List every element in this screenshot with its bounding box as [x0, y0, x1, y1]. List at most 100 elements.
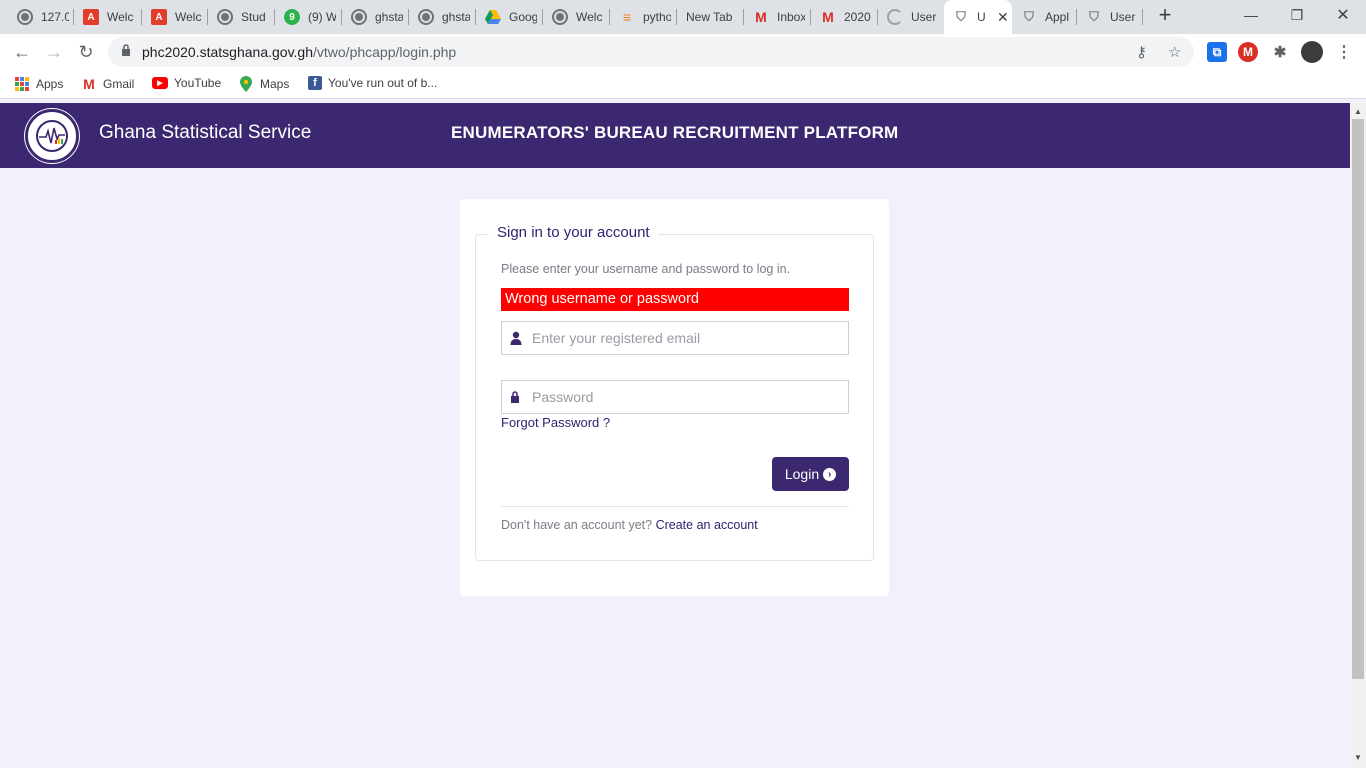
tab-label: (9) W	[308, 10, 336, 24]
browser-tab[interactable]: Goog	[476, 0, 543, 34]
browser-tab[interactable]: ghsta	[342, 0, 409, 34]
login-button[interactable]: Login ›	[772, 457, 849, 491]
bookmark-maps[interactable]: Maps	[238, 76, 289, 92]
browser-tab[interactable]: ghsta	[409, 0, 476, 34]
bookmark-label: Gmail	[103, 77, 135, 91]
browser-tab[interactable]: 127.0	[8, 0, 74, 34]
tab-label: ghsta	[442, 10, 470, 24]
tab-label: ghsta	[375, 10, 403, 24]
close-window-button[interactable]: ✕	[1320, 0, 1366, 30]
globe-icon	[217, 9, 233, 25]
scrollbar-thumb[interactable]	[1352, 119, 1364, 679]
bookmark-apps[interactable]: Apps	[14, 76, 63, 92]
browser-tab-strip: 127.0 A Welc A Welc Stud 9 (9) W ghsta g…	[0, 0, 1366, 34]
page-viewport: Ghana Statistical Service ENUMERATORS' B…	[0, 103, 1350, 768]
star-icon[interactable]: ☆	[1168, 43, 1181, 61]
browser-tab[interactable]: A Welc	[74, 0, 142, 34]
drive-icon	[485, 9, 501, 25]
tab-label: Goog	[509, 10, 537, 24]
back-button[interactable]: ←	[7, 37, 37, 67]
email-input[interactable]	[532, 322, 844, 354]
browser-tab[interactable]: User	[878, 0, 944, 34]
key-icon[interactable]: ⚷	[1136, 43, 1147, 61]
tab-label: Stud	[241, 10, 266, 24]
browser-tab[interactable]: Welc	[543, 0, 610, 34]
login-legend: Sign in to your account	[489, 224, 658, 241]
globe-icon	[552, 9, 568, 25]
facebook-icon: f	[308, 76, 322, 90]
browser-tab[interactable]: M 2020	[811, 0, 878, 34]
bookmarks-bar: Apps M Gmail ▶ YouTube Maps f You've run…	[0, 70, 1366, 99]
tab-label: Welc	[107, 10, 134, 24]
logo-inner-ring	[36, 120, 68, 152]
browser-tab[interactable]: ⛉ Appl	[1012, 0, 1077, 34]
maps-icon	[238, 76, 254, 92]
bookmark-label: YouTube	[174, 76, 222, 90]
restore-button[interactable]: ❐	[1274, 0, 1320, 30]
signup-prompt: Don't have an account yet? Create an acc…	[501, 518, 758, 532]
url-host: phc2020.statsghana.gov.gh	[142, 44, 313, 60]
scroll-down-arrow-icon[interactable]: ▼	[1354, 753, 1362, 762]
signup-prompt-text: Don't have an account yet?	[501, 518, 656, 532]
bookmark-youtube[interactable]: ▶ YouTube	[152, 76, 221, 90]
error-message: Wrong username or password	[501, 288, 849, 311]
url-text: phc2020.statsghana.gov.gh/vtwo/phcapp/lo…	[142, 44, 456, 60]
shield-icon: ⛉	[1024, 9, 1034, 24]
login-button-label: Login	[784, 466, 820, 482]
extension-icon[interactable]: ⧉	[1207, 42, 1227, 62]
browser-tab[interactable]: 9 (9) W	[275, 0, 342, 34]
minimize-button[interactable]: —	[1228, 0, 1274, 30]
globe-icon	[351, 9, 367, 25]
scroll-up-arrow-icon[interactable]: ▲	[1354, 107, 1362, 116]
tab-label: User	[1110, 10, 1136, 24]
globe-icon	[418, 9, 434, 25]
apps-icon	[14, 76, 30, 92]
shield-icon: ⛉	[956, 9, 966, 24]
bookmark-facebook[interactable]: f You've run out of b...	[308, 76, 437, 90]
new-tab-button[interactable]: +	[1153, 4, 1177, 28]
lock-icon	[121, 44, 131, 59]
login-fieldset: Sign in to your account Please enter you…	[475, 224, 874, 561]
site-name: Ghana Statistical Service	[99, 122, 312, 143]
profile-avatar[interactable]	[1301, 41, 1323, 63]
reload-button[interactable]: ↻	[71, 37, 101, 67]
create-account-link[interactable]: Create an account	[656, 518, 758, 532]
email-field[interactable]	[501, 321, 849, 355]
tab-label: New Tab	[686, 10, 733, 24]
tab-label: Inbox	[777, 10, 805, 24]
tab-label: U	[977, 10, 986, 24]
browser-tab-active[interactable]: ⛉ U ✕	[944, 0, 1012, 34]
address-bar[interactable]: phc2020.statsghana.gov.gh/vtwo/phcapp/lo…	[108, 37, 1194, 67]
tab-label: 127.0	[41, 10, 69, 24]
whatsapp-icon: 9	[284, 9, 300, 25]
ghana-statistical-service-logo	[25, 109, 79, 163]
menu-kebab-icon[interactable]: ⋮	[1334, 42, 1354, 62]
bookmark-label: Apps	[36, 77, 64, 91]
bookmark-gmail[interactable]: M Gmail	[81, 76, 134, 92]
user-icon	[510, 331, 522, 345]
browser-tab[interactable]: Stud	[208, 0, 275, 34]
browser-tab[interactable]: M Inbox	[744, 0, 811, 34]
close-tab-icon[interactable]: ✕	[997, 9, 1009, 26]
browser-tab[interactable]: ≡ pytho	[610, 0, 677, 34]
login-card: Sign in to your account Please enter you…	[460, 199, 889, 596]
forgot-password-link[interactable]: Forgot Password ?	[501, 415, 610, 430]
password-input[interactable]	[532, 381, 844, 413]
shield-icon: ⛉	[1089, 9, 1099, 24]
tab-separator	[1142, 9, 1143, 25]
browser-tab[interactable]: ⛉ User	[1077, 0, 1143, 34]
password-field[interactable]	[501, 380, 849, 414]
browser-tab[interactable]: New Tab	[677, 0, 744, 34]
tab-label: 2020	[844, 10, 871, 24]
forward-button[interactable]: →	[39, 37, 69, 67]
browser-tab[interactable]: A Welc	[142, 0, 208, 34]
globe-icon	[17, 9, 33, 25]
tab-label: Appl	[1045, 10, 1070, 24]
tab-label: User	[911, 10, 937, 24]
extensions-puzzle-icon[interactable]: ✱	[1270, 42, 1290, 62]
tab-label: Welc	[576, 10, 603, 24]
bookmark-label: You've run out of b...	[328, 76, 438, 90]
page-scrollbar[interactable]: ▲ ▼	[1350, 103, 1366, 768]
mega-extension-icon[interactable]: M	[1238, 42, 1258, 62]
acrobat-icon: A	[151, 9, 167, 25]
